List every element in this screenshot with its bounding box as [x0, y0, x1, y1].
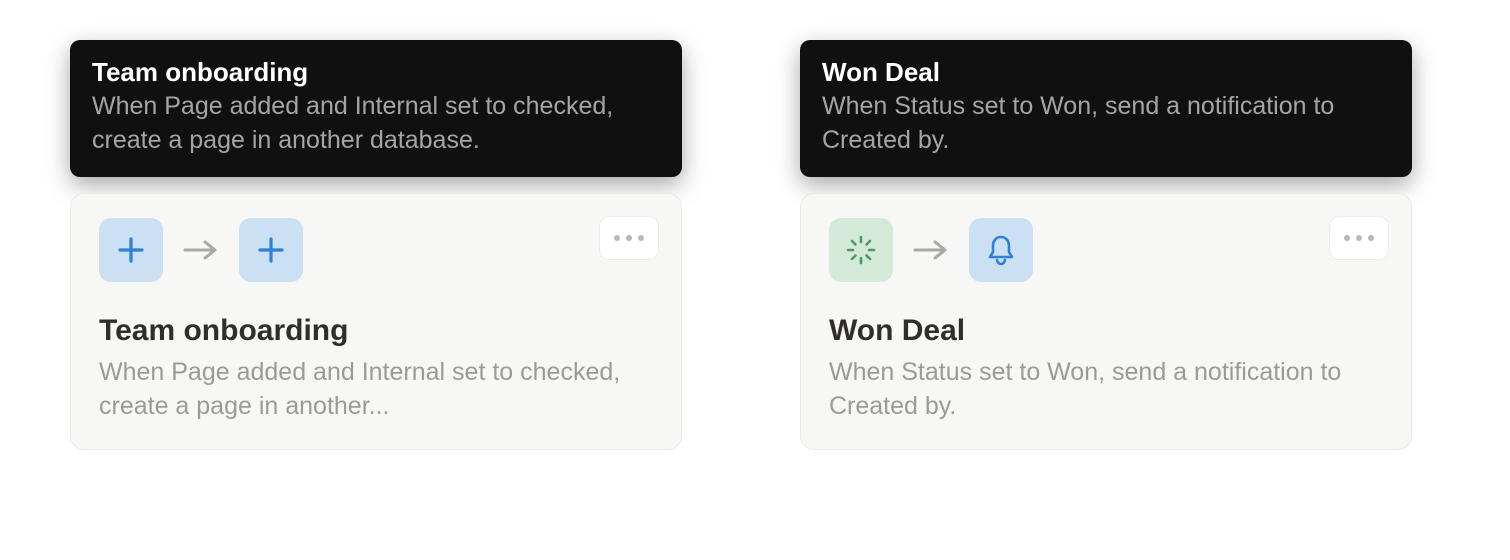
- action-icon-box: [969, 218, 1033, 282]
- spinner-icon: [844, 233, 878, 267]
- automation-card[interactable]: Won Deal When Status set to Won, send a …: [800, 193, 1412, 450]
- automation-title: Won Deal: [829, 312, 1383, 350]
- dots-icon: [614, 235, 620, 241]
- action-icon-box: [239, 218, 303, 282]
- tooltip-title: Team onboarding: [92, 56, 660, 90]
- automation-flow-row: [99, 218, 653, 282]
- dots-icon: [626, 235, 632, 241]
- bell-icon: [985, 233, 1017, 267]
- more-options-button[interactable]: [1329, 216, 1389, 260]
- plus-icon: [256, 235, 286, 265]
- automation-description: When Status set to Won, send a notificat…: [829, 356, 1383, 424]
- automation-title: Team onboarding: [99, 312, 653, 350]
- automation-card[interactable]: Team onboarding When Page added and Inte…: [70, 193, 682, 450]
- dots-icon: [1368, 235, 1374, 241]
- dots-icon: [1344, 235, 1350, 241]
- automation-tooltip: Won Deal When Status set to Won, send a …: [800, 40, 1412, 177]
- dots-icon: [1356, 235, 1362, 241]
- trigger-icon-box: [829, 218, 893, 282]
- tooltip-description: When Status set to Won, send a notificat…: [822, 90, 1390, 158]
- automation-item: Team onboarding When Page added and Inte…: [70, 40, 682, 450]
- dots-icon: [638, 235, 644, 241]
- more-options-button[interactable]: [599, 216, 659, 260]
- trigger-icon-box: [99, 218, 163, 282]
- tooltip-title: Won Deal: [822, 56, 1390, 90]
- automation-description: When Page added and Internal set to chec…: [99, 356, 653, 424]
- arrow-icon: [179, 238, 223, 262]
- automation-tooltip: Team onboarding When Page added and Inte…: [70, 40, 682, 177]
- arrow-icon: [909, 238, 953, 262]
- automation-item: Won Deal When Status set to Won, send a …: [800, 40, 1412, 450]
- plus-icon: [116, 235, 146, 265]
- tooltip-description: When Page added and Internal set to chec…: [92, 90, 660, 158]
- automation-flow-row: [829, 218, 1383, 282]
